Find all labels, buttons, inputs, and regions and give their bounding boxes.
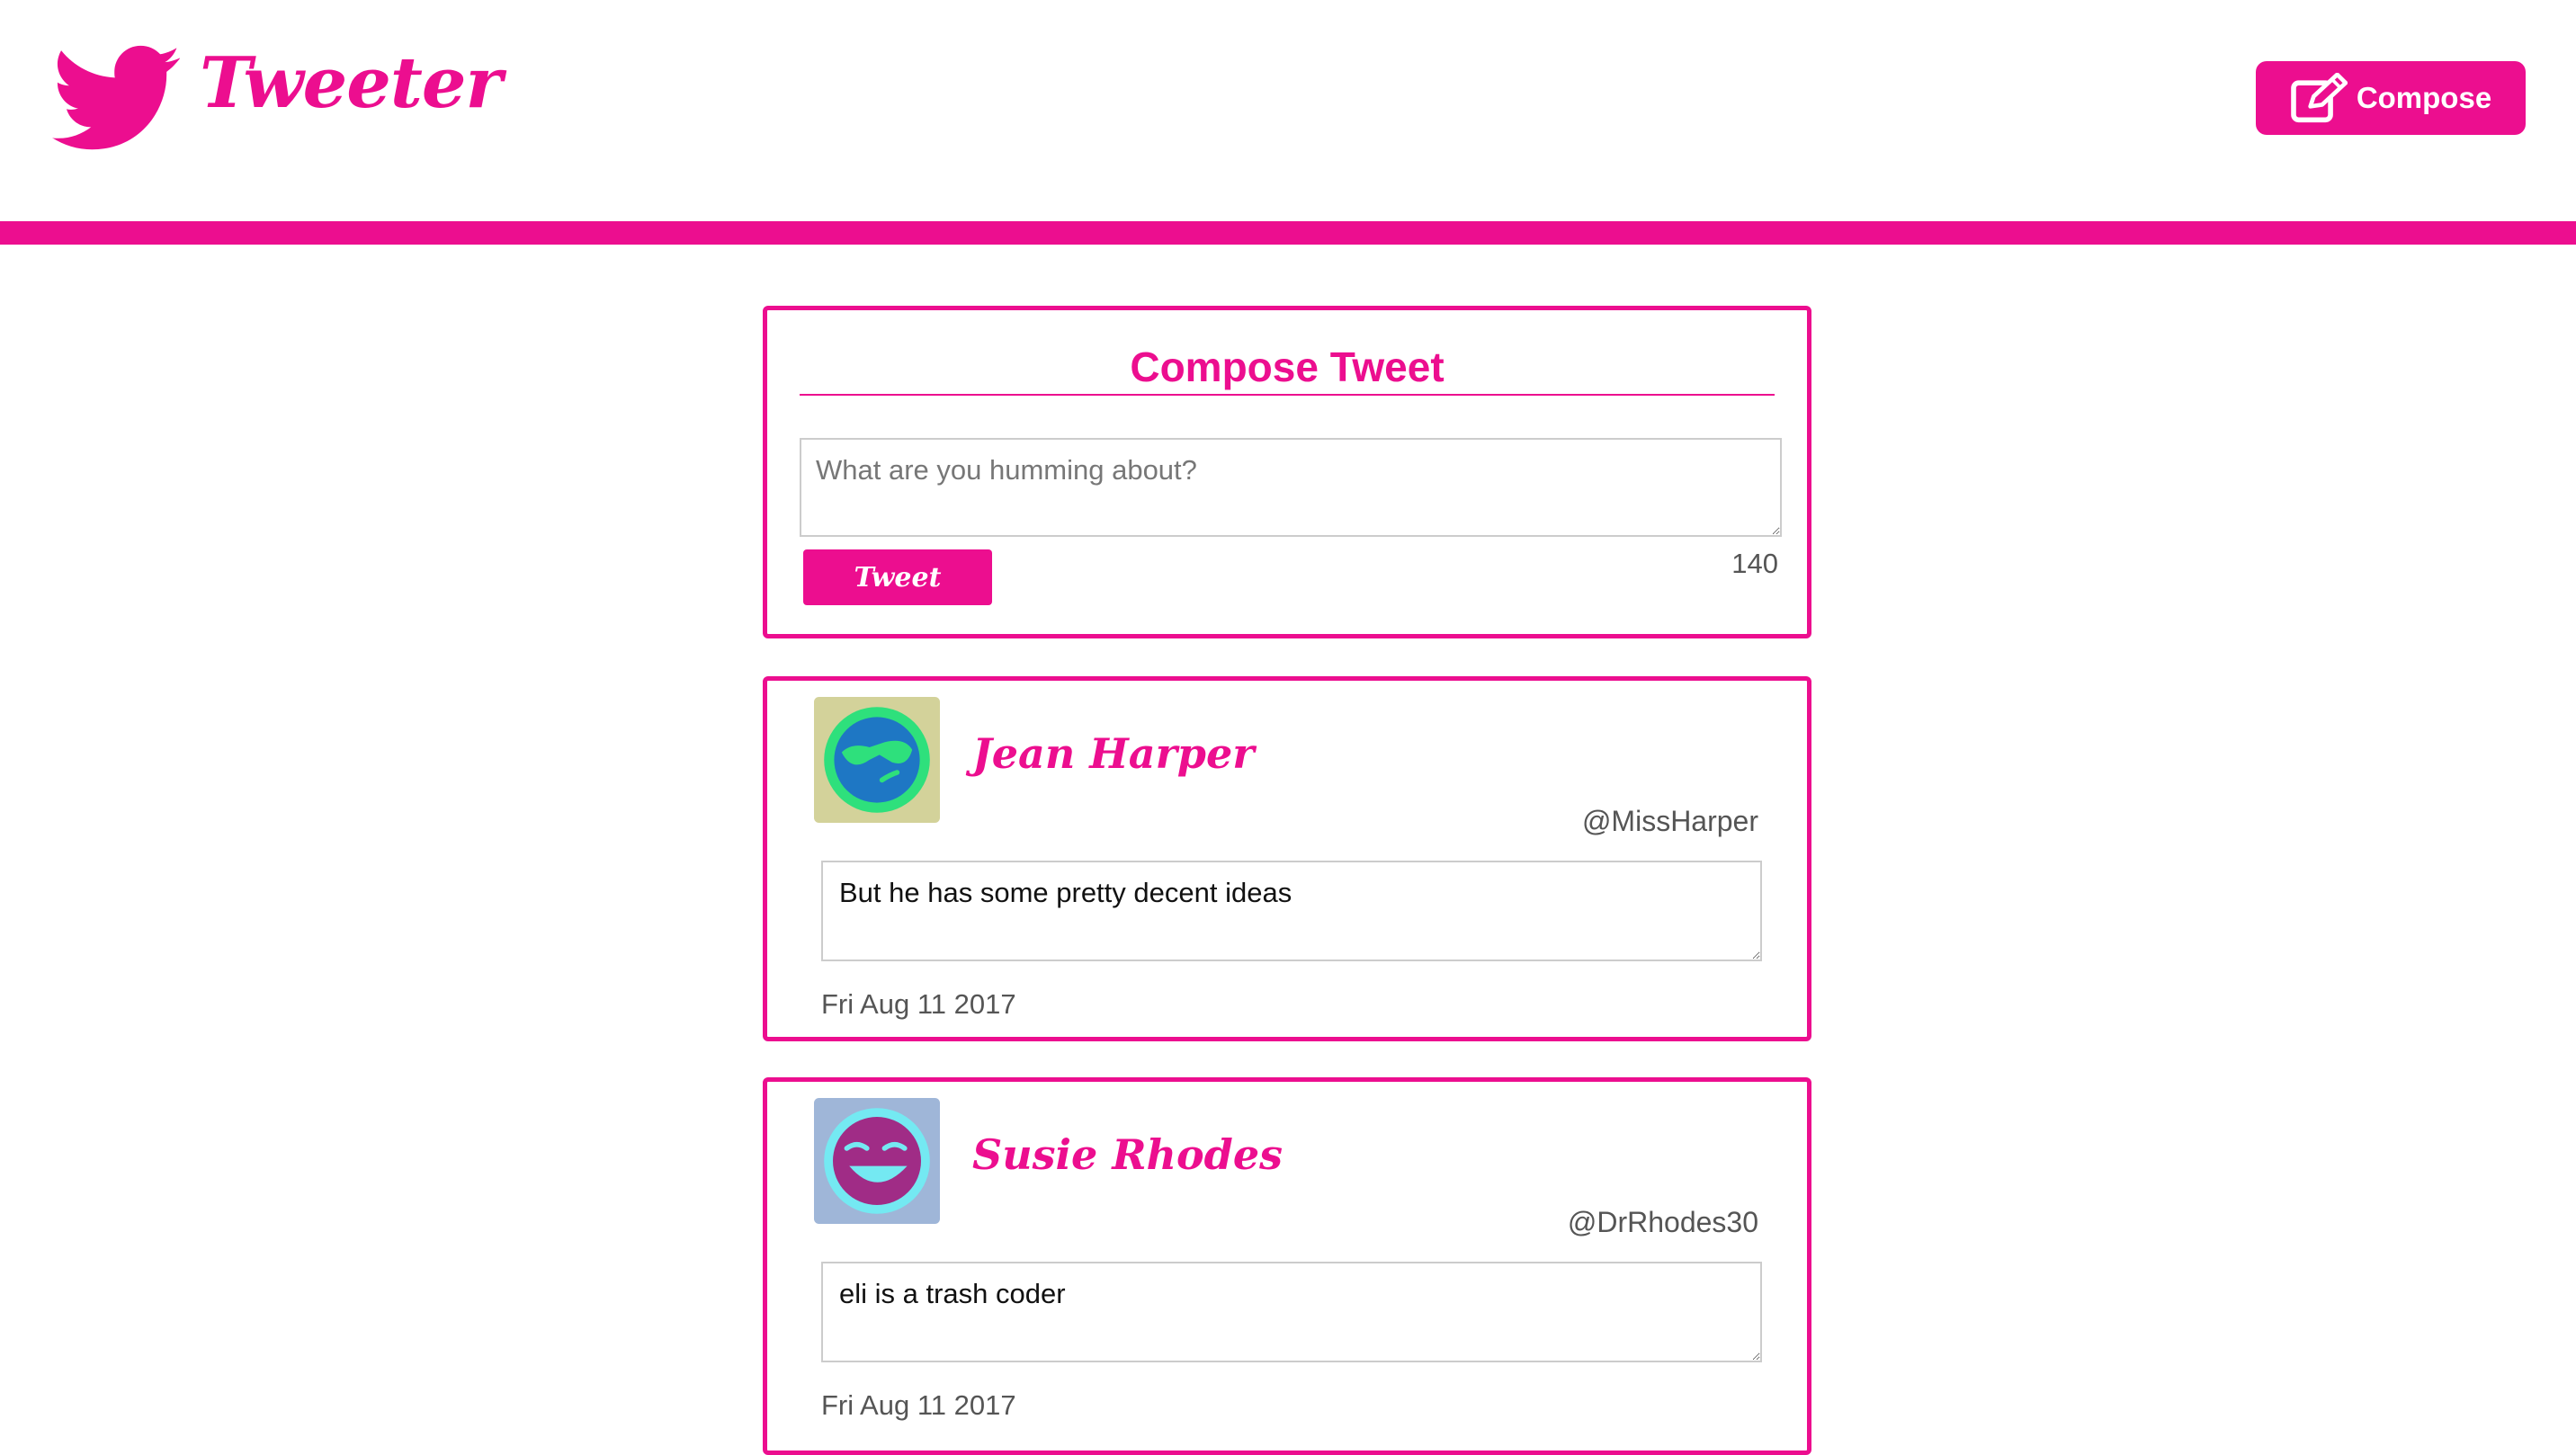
char-counter: 140 xyxy=(1731,548,1778,579)
compose-title: Compose Tweet xyxy=(800,344,1775,396)
tweet-author-name: Jean Harper xyxy=(972,729,1255,778)
tweet-author-handle: @MissHarper xyxy=(1581,805,1758,837)
tweet-input[interactable] xyxy=(800,438,1782,537)
tweet-date: Fri Aug 11 2017 xyxy=(821,1389,1016,1421)
tweet-content[interactable]: eli is a trash coder xyxy=(821,1262,1762,1362)
app-logo-text: Tweeter xyxy=(200,42,503,124)
compose-toggle-button[interactable]: Compose xyxy=(2256,61,2526,135)
tweet-content[interactable]: But he has some pretty decent ideas xyxy=(821,861,1762,961)
sunglasses-face-avatar-icon xyxy=(814,697,940,823)
compose-button-label: Compose xyxy=(2356,81,2492,114)
laughing-face-avatar-icon xyxy=(814,1098,940,1224)
tweet-card: Jean Harper @MissHarper But he has some … xyxy=(763,676,1811,1041)
tweet-date: Fri Aug 11 2017 xyxy=(821,988,1016,1020)
tweet-card: Susie Rhodes @DrRhodes30 eli is a trash … xyxy=(763,1077,1811,1455)
edit-icon xyxy=(2291,73,2348,123)
tweet-author-handle: @DrRhodes30 xyxy=(1567,1206,1758,1238)
tweet-submit-button[interactable]: Tweet xyxy=(803,549,992,605)
tweet-author-name: Susie Rhodes xyxy=(972,1130,1283,1179)
site-header: Tweeter Compose xyxy=(0,0,2576,221)
bird-logo-icon xyxy=(52,45,180,150)
compose-tweet-panel: Compose Tweet Tweet 140 xyxy=(763,306,1811,638)
header-divider xyxy=(0,221,2576,245)
